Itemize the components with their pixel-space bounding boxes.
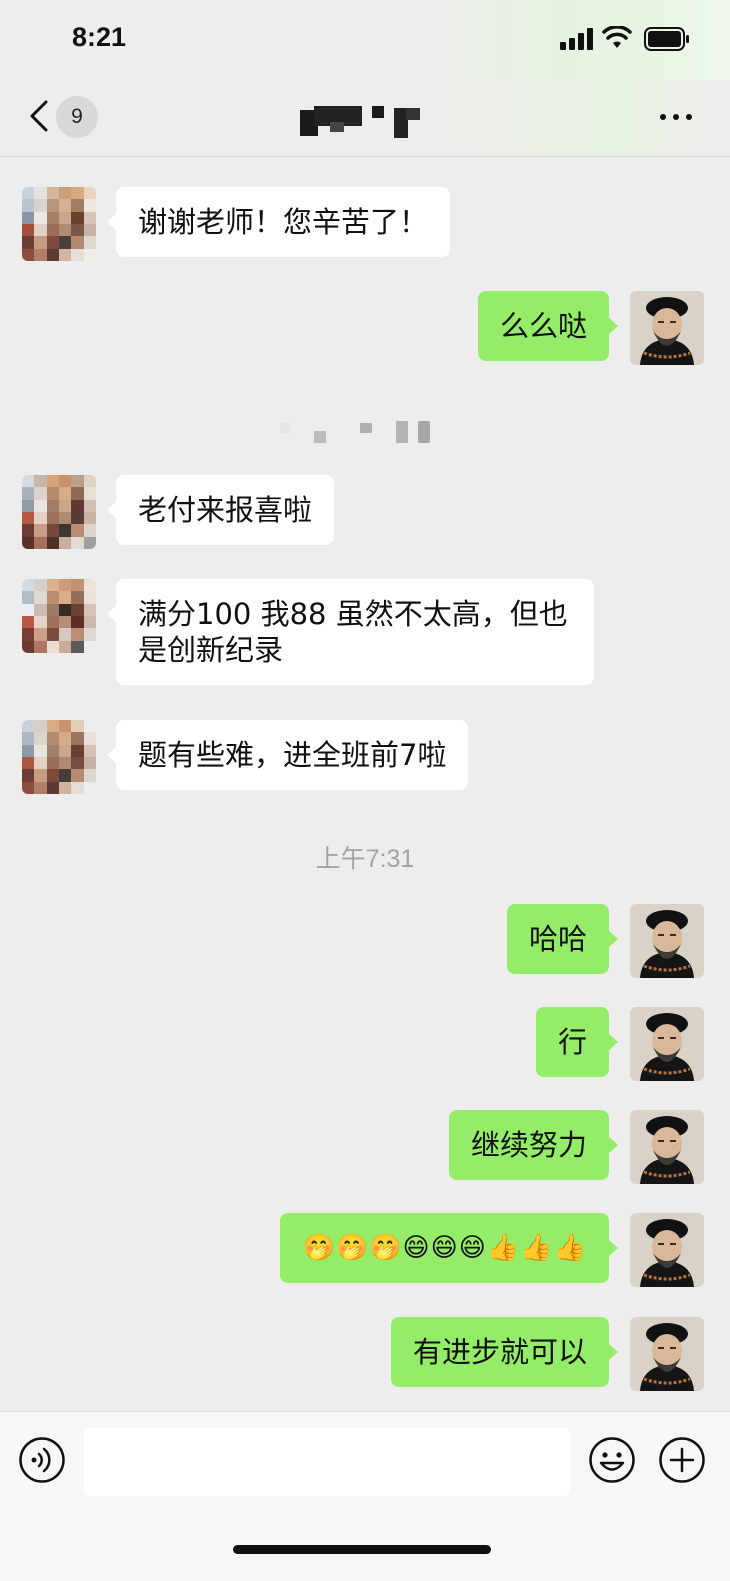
status-time: 8:21 xyxy=(72,22,127,52)
wifi-icon xyxy=(602,26,632,48)
emoji-icon[interactable] xyxy=(588,1436,636,1484)
my-avatar-portrait xyxy=(630,904,704,978)
outgoing-message-bubble[interactable]: 哈哈 xyxy=(506,904,619,974)
my-avatar[interactable] xyxy=(630,904,704,978)
incoming-message-bubble[interactable]: 题有些难，进全班前7啦 xyxy=(106,720,469,790)
incoming-message-bubble[interactable]: 老付来报喜啦 xyxy=(106,475,335,545)
plus-icon[interactable] xyxy=(658,1436,706,1484)
message-input-bar xyxy=(0,1411,730,1581)
my-avatar-portrait xyxy=(630,1317,704,1391)
outgoing-message-bubble[interactable]: 有进步就可以 xyxy=(390,1317,619,1387)
more-icon[interactable] xyxy=(658,102,694,132)
battery-icon xyxy=(644,27,689,51)
home-indicator[interactable] xyxy=(233,1545,491,1554)
my-avatar[interactable] xyxy=(630,1317,704,1391)
incoming-message-bubble[interactable]: 满分100 我88 虽然不太高，但也是创新纪录 xyxy=(107,579,594,685)
message-row: 么么哒 xyxy=(0,291,730,365)
message-timestamp: 上午7:31 xyxy=(315,845,415,873)
back-chevron-icon[interactable] xyxy=(26,96,52,136)
message-row: 有进步就可以 xyxy=(0,1317,730,1391)
status-bar: 8:21 xyxy=(0,0,730,80)
message-row: 🤭🤭🤭😄😄😄👍👍👍 xyxy=(0,1213,730,1287)
outgoing-message-bubble[interactable]: 么么哒 xyxy=(477,291,619,361)
message-row: 继续努力 xyxy=(0,1110,730,1184)
message-row: 行 xyxy=(0,1007,730,1081)
my-avatar[interactable] xyxy=(630,291,704,365)
message-row: 老付来报喜啦 xyxy=(0,475,730,549)
my-avatar[interactable] xyxy=(630,1007,704,1081)
my-avatar-portrait xyxy=(630,1110,704,1184)
my-avatar-portrait xyxy=(630,1007,704,1081)
contact-avatar[interactable] xyxy=(22,579,96,653)
unread-count-badge[interactable]: 9 xyxy=(56,96,98,138)
chat-header: 9 xyxy=(0,80,730,157)
message-row: 满分100 我88 虽然不太高，但也是创新纪录 xyxy=(0,579,730,691)
voice-icon[interactable] xyxy=(18,1436,66,1484)
message-row: 题有些难，进全班前7啦 xyxy=(0,720,730,794)
message-list[interactable]: 谢谢老师！您辛苦了！ 么么哒 老付来报喜啦 满分100 我88 虽然不太高，但也… xyxy=(0,157,730,1411)
system-notice-redacted xyxy=(280,421,430,443)
contact-avatar[interactable] xyxy=(22,187,96,261)
my-avatar-portrait xyxy=(630,1213,704,1287)
outgoing-emoji-bubble[interactable]: 🤭🤭🤭😄😄😄👍👍👍 xyxy=(280,1213,618,1283)
contact-avatar[interactable] xyxy=(22,720,96,794)
outgoing-message-bubble[interactable]: 行 xyxy=(535,1007,619,1077)
my-avatar-portrait xyxy=(630,291,704,365)
message-text-input[interactable] xyxy=(84,1428,570,1496)
my-avatar[interactable] xyxy=(630,1110,704,1184)
message-row: 哈哈 xyxy=(0,904,730,978)
incoming-message-bubble[interactable]: 谢谢老师！您辛苦了！ xyxy=(106,187,451,257)
outgoing-message-bubble[interactable]: 继续努力 xyxy=(448,1110,619,1180)
contact-avatar[interactable] xyxy=(22,475,96,549)
chat-title-redacted xyxy=(300,106,420,138)
signal-icon xyxy=(560,28,593,50)
message-row: 谢谢老师！您辛苦了！ xyxy=(0,187,730,261)
my-avatar[interactable] xyxy=(630,1213,704,1287)
